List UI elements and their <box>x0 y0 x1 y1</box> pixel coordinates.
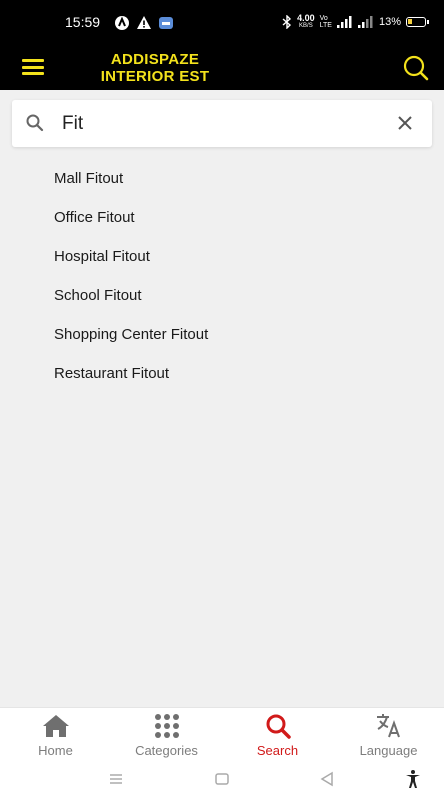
system-nav-bar <box>0 763 444 800</box>
search-input[interactable] <box>62 108 382 140</box>
app-title: ADDISPAZE INTERIOR EST <box>70 51 240 85</box>
suggestion-item[interactable]: Restaurant Fitout <box>54 354 208 393</box>
hamburger-menu-icon[interactable] <box>22 59 44 75</box>
suggestion-item[interactable]: School Fitout <box>54 276 208 315</box>
back-icon[interactable] <box>319 771 335 787</box>
close-icon[interactable] <box>396 114 414 132</box>
nav-search-label: Search <box>256 743 299 758</box>
suggestion-item[interactable]: Mall Fitout <box>54 159 208 198</box>
network-speed-unit: KB/S <box>299 23 313 29</box>
nav-home[interactable]: Home <box>0 708 111 763</box>
nav-home-label: Home <box>38 743 73 758</box>
network-speed-value: 4.00 <box>297 13 315 23</box>
suggestion-item[interactable]: Hospital Fitout <box>54 237 208 276</box>
status-bar: 15:59 4.00 KB/S Vo LTE 13% <box>0 0 444 44</box>
app-title-line2: INTERIOR EST <box>100 68 210 85</box>
app-bar: ADDISPAZE INTERIOR EST <box>0 44 444 90</box>
signal-icon <box>336 16 352 28</box>
network-speed: 4.00 KB/S <box>297 14 315 30</box>
volte-icon: Vo LTE <box>319 15 332 29</box>
nav-language-label: Language <box>359 743 418 758</box>
nav-language[interactable]: Language <box>333 708 444 763</box>
signal-4g-icon <box>357 16 373 28</box>
accessibility-icon[interactable] <box>403 769 423 789</box>
nav-categories[interactable]: Categories <box>111 708 222 763</box>
bluetooth-icon <box>282 15 292 29</box>
app-title-line1: ADDISPAZE <box>110 51 200 68</box>
search-bar <box>12 100 432 147</box>
search-icon[interactable] <box>402 54 430 82</box>
search-field-icon <box>26 114 44 132</box>
search-icon <box>266 714 291 739</box>
app-notification-icon <box>115 16 129 30</box>
warning-icon <box>137 16 151 29</box>
grid-dots-icon <box>154 714 179 738</box>
recent-apps-icon[interactable] <box>108 771 124 787</box>
status-notification-icons <box>114 15 174 31</box>
battery-icon <box>406 17 429 27</box>
drive-icon <box>159 17 173 29</box>
battery-percent: 13% <box>378 16 401 28</box>
home-button-icon[interactable] <box>214 771 230 787</box>
suggestion-item[interactable]: Shopping Center Fitout <box>54 315 208 354</box>
translate-icon <box>376 714 400 738</box>
suggestion-list: Mall Fitout Office Fitout Hospital Fitou… <box>54 159 208 393</box>
nav-search[interactable]: Search <box>222 708 333 763</box>
bottom-nav: Home Categories Search Language <box>0 707 444 763</box>
suggestion-item[interactable]: Office Fitout <box>54 198 208 237</box>
nav-categories-label: Categories <box>135 743 198 758</box>
status-time: 15:59 <box>65 14 101 30</box>
status-right-group: 4.00 KB/S Vo LTE 13% <box>282 14 429 30</box>
home-icon <box>42 715 69 737</box>
